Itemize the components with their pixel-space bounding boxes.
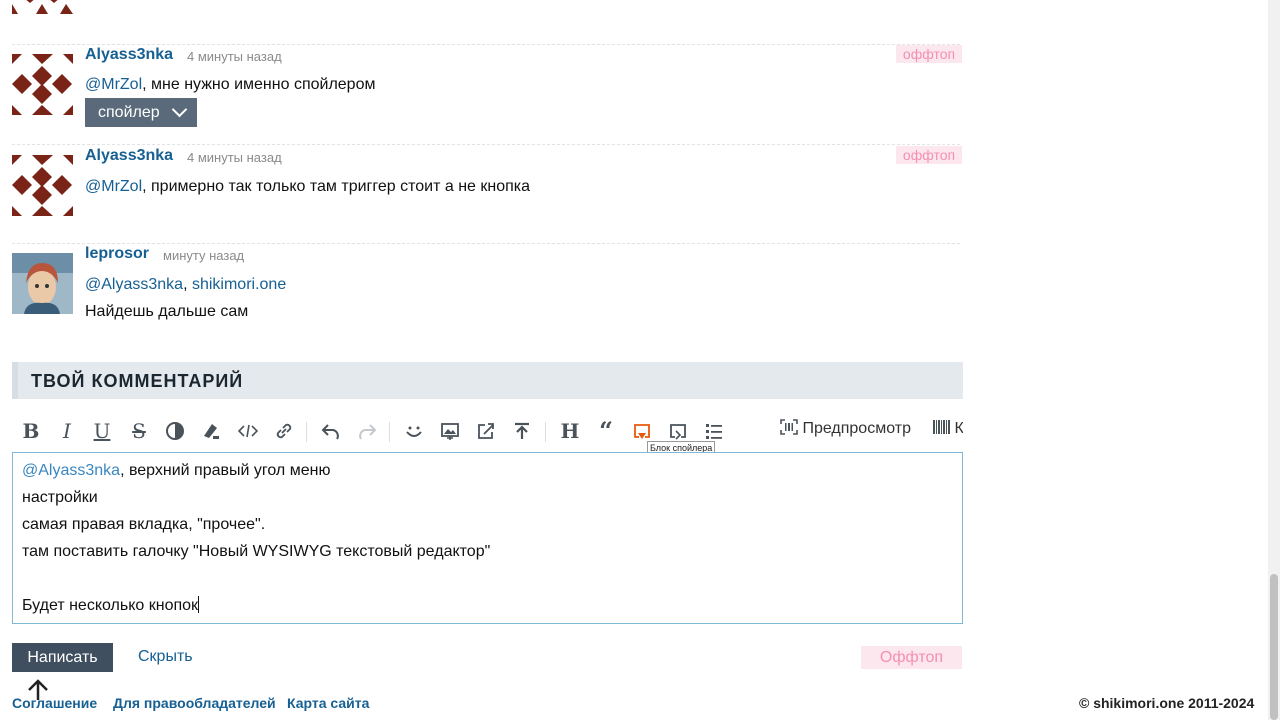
preview-label: Предпросмотр bbox=[802, 420, 911, 437]
smiley-icon[interactable] bbox=[399, 416, 429, 446]
highlight-icon[interactable] bbox=[196, 416, 226, 446]
comment-time: минуту назад bbox=[163, 248, 245, 263]
footer-link-sitemap[interactable]: Карта сайта bbox=[287, 695, 369, 711]
editor-line: @Alyass3nka, верхний правый угол меню bbox=[22, 462, 330, 480]
comment-author[interactable]: Alyass3nka bbox=[85, 46, 173, 64]
comment-text: , примерно так только там триггер стоит … bbox=[142, 178, 531, 195]
section-title: ТВОЙ КОММЕНТАРИЙ bbox=[31, 371, 244, 391]
comment-body: @MrZol, примерно так только там триггер … bbox=[85, 178, 530, 196]
comment-separator bbox=[12, 243, 960, 244]
avatar[interactable] bbox=[12, 0, 73, 15]
comment-time: 4 минуты назад bbox=[187, 150, 282, 165]
avatar[interactable] bbox=[12, 253, 73, 314]
heading-icon[interactable]: H bbox=[555, 416, 585, 446]
bold-button[interactable]: B bbox=[16, 416, 46, 446]
offtopic-badge[interactable]: оффтоп bbox=[896, 45, 962, 63]
footer-link-agreement[interactable]: Соглашение bbox=[12, 695, 97, 711]
upload-icon[interactable] bbox=[507, 416, 537, 446]
code-icon[interactable] bbox=[233, 416, 263, 446]
comment-body: @Alyass3nka, shikimori.one bbox=[85, 276, 286, 294]
toolbar-divider bbox=[545, 422, 546, 442]
editor-line: настройки bbox=[22, 489, 98, 506]
mention-link[interactable]: @MrZol bbox=[85, 76, 142, 93]
comment-author[interactable]: Alyass3nka bbox=[85, 147, 173, 165]
strikethrough-button[interactable]: S bbox=[124, 416, 154, 446]
mention-link[interactable]: @MrZol bbox=[85, 178, 142, 195]
mention-link[interactable]: @Alyass3nka bbox=[22, 462, 120, 479]
hide-link[interactable]: Скрыть bbox=[138, 648, 193, 666]
redo-icon[interactable] bbox=[352, 416, 382, 446]
more-label: К bbox=[954, 420, 963, 437]
underline-button[interactable]: U bbox=[87, 416, 117, 446]
offtopic-toggle-button[interactable]: Оффтоп bbox=[861, 646, 962, 669]
spoiler-label: спойлер bbox=[98, 104, 160, 121]
link-icon[interactable] bbox=[269, 416, 299, 446]
footer-link-copyright-holders[interactable]: Для правообладателей bbox=[113, 695, 276, 711]
editor-line: Будет несколько кнопок bbox=[22, 596, 200, 615]
toolbar-divider bbox=[306, 422, 307, 442]
more-button[interactable]: К bbox=[932, 419, 963, 438]
preview-button[interactable]: Предпросмотр bbox=[780, 419, 911, 438]
comment-time: 4 минуты назад bbox=[187, 49, 282, 64]
comment-form-header: ТВОЙ КОММЕНТАРИЙ bbox=[12, 362, 963, 399]
undo-icon[interactable] bbox=[316, 416, 346, 446]
comment-body: @MrZol, мне нужно именно спойлером bbox=[85, 76, 375, 94]
italic-button[interactable]: I bbox=[52, 416, 82, 446]
text-caret bbox=[198, 596, 200, 613]
scrollbar-thumb[interactable] bbox=[1270, 574, 1278, 720]
offtopic-badge[interactable]: оффтоп bbox=[896, 146, 962, 164]
comment-text: Найдешь дальше сам bbox=[85, 303, 249, 320]
mention-link[interactable]: @Alyass3nka bbox=[85, 276, 183, 293]
comment-separator bbox=[12, 144, 960, 145]
color-icon[interactable] bbox=[160, 416, 190, 446]
submit-button[interactable]: Написать bbox=[12, 643, 113, 672]
editor-line: самая правая вкладка, "прочее". bbox=[22, 516, 266, 533]
avatar[interactable] bbox=[12, 54, 73, 115]
external-link[interactable]: shikimori.one bbox=[192, 276, 286, 293]
quote-icon[interactable]: “ bbox=[591, 416, 621, 446]
comment-text: , мне нужно именно спойлером bbox=[142, 76, 376, 93]
comment-author[interactable]: leprosor bbox=[85, 245, 149, 263]
editor-line: там поставить галочку "Новый WYSIWYG тек… bbox=[22, 543, 491, 560]
page-scrollbar[interactable] bbox=[1268, 0, 1280, 720]
header-accent bbox=[12, 362, 18, 399]
chevron-down-icon bbox=[171, 101, 188, 118]
spoiler-toggle-button[interactable]: спойлер bbox=[85, 98, 197, 127]
image-upload-icon[interactable] bbox=[435, 416, 465, 446]
preview-icon bbox=[780, 419, 798, 435]
editor-toolbar: B I U S H “ Предпросмотр К bbox=[12, 416, 963, 446]
avatar[interactable] bbox=[12, 155, 73, 216]
editor-text: , верхний правый угол меню bbox=[120, 462, 331, 479]
comment-separator bbox=[12, 44, 960, 45]
copyright: © shikimori.one 2011-2024 bbox=[1079, 695, 1255, 711]
editor-text: Будет несколько кнопок bbox=[22, 597, 199, 614]
comment-separator-text: , bbox=[183, 276, 192, 293]
toolbar-divider bbox=[389, 422, 390, 442]
comment-editor[interactable]: @Alyass3nka, верхний правый угол меню на… bbox=[12, 452, 963, 624]
share-icon[interactable] bbox=[471, 416, 501, 446]
barcode-icon bbox=[933, 420, 950, 434]
